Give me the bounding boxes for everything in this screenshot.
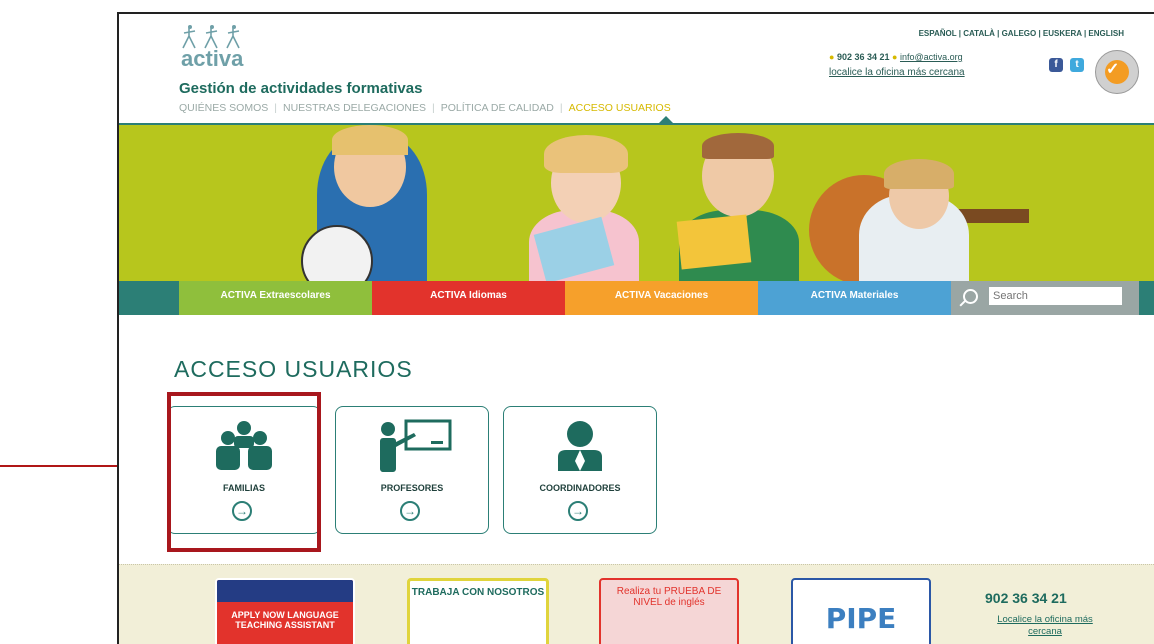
search-input[interactable] <box>989 287 1122 305</box>
footer-locate-link[interactable]: Localice la oficina más cercana <box>985 614 1105 638</box>
site-tagline: Gestión de actividades formativas <box>179 80 423 97</box>
uk-flag-icon <box>217 580 353 602</box>
browser-viewport: activa Gestión de actividades formativas… <box>117 12 1154 644</box>
nav-delegaciones[interactable]: NUESTRAS DELEGACIONES <box>283 102 426 114</box>
work-with-us-text: TRABAJA CON NOSOTROS <box>411 587 545 598</box>
search-icon[interactable] <box>963 289 978 304</box>
work-with-us-banner[interactable]: TRABAJA CON NOSOTROS <box>407 578 549 644</box>
facebook-icon[interactable]: f <box>1049 58 1063 72</box>
apply-now-text: APPLY NOW LANGUAGE TEACHING ASSISTANT <box>231 610 339 630</box>
coordinadores-label: COORDINADORES <box>539 483 621 493</box>
hero-child-hair <box>544 135 628 173</box>
top-navigation: QUIÉNES SOMOS | NUESTRAS DELEGACIONES | POLÍ… <box>179 102 671 114</box>
logo[interactable]: activa <box>179 24 259 72</box>
email-link[interactable]: info@activa.org <box>900 52 963 62</box>
nav-separator: | <box>431 102 435 114</box>
check-icon: ✓ <box>1106 61 1120 78</box>
page-title: ACCESO USUARIOS <box>174 356 413 382</box>
nav-quienes-somos[interactable]: QUIÉNES SOMOS <box>179 102 268 114</box>
annotation-arrow-line <box>0 465 120 467</box>
profesores-label: PROFESORES <box>380 483 444 493</box>
hero-child-hair <box>702 133 774 159</box>
category-materiales[interactable]: ACTIVA Materiales <box>758 281 951 315</box>
category-idiomas[interactable]: ACTIVA Idiomas <box>372 281 565 315</box>
level-test-banner[interactable]: Realiza tu PRUEBA DE NIVEL de inglés <box>599 578 739 644</box>
nav-separator: | <box>559 102 563 114</box>
hero-child-hair <box>884 159 954 189</box>
nav-politica-calidad[interactable]: POLÍTICA DE CALIDAD <box>441 102 554 114</box>
level-test-text: Realiza tu PRUEBA DE NIVEL de inglés <box>616 586 722 608</box>
coordinadores-card[interactable]: COORDINADORES → <box>503 406 657 534</box>
locate-office-link[interactable]: localice la oficina más cercana <box>829 67 965 78</box>
profesores-card[interactable]: PROFESORES → <box>335 406 489 534</box>
pipe-banner[interactable]: PIPE <box>791 578 931 644</box>
teacher-icon <box>380 419 452 472</box>
active-nav-caret <box>659 116 673 123</box>
language-selector[interactable]: ESPAÑOL | CATALÀ | GALEGO | EUSKERA | EN… <box>919 29 1124 38</box>
search-box <box>951 281 1139 315</box>
hero-banner <box>119 123 1154 283</box>
arrow-right-icon[interactable]: → <box>400 501 420 521</box>
social-links: ft <box>1049 54 1091 72</box>
phone-icon: ● <box>829 52 835 62</box>
twitter-icon[interactable]: t <box>1070 58 1084 72</box>
apply-now-banner[interactable]: APPLY NOW LANGUAGE TEACHING ASSISTANT <box>215 578 355 644</box>
quality-seal-icon: ✓ <box>1095 50 1139 94</box>
nav-separator: | <box>274 102 277 114</box>
category-vacaciones[interactable]: ACTIVA Vacaciones <box>565 281 758 315</box>
hero-child-hair <box>332 125 408 155</box>
category-extraescolares[interactable]: ACTIVA Extraescolares <box>179 281 372 315</box>
arrow-right-icon[interactable]: → <box>568 501 588 521</box>
book-icon <box>676 214 752 270</box>
contact-info: ● 902 36 34 21 ● info@activa.org <box>829 52 963 62</box>
category-bar: ACTIVA Extraescolares ACTIVA Idiomas ACT… <box>119 281 1154 315</box>
annotation-highlight-box <box>167 392 321 552</box>
header-phone: 902 36 34 21 <box>836 52 890 62</box>
nav-acceso-usuarios[interactable]: ACCESO USUARIOS <box>569 102 671 114</box>
footer-phone: 902 36 34 21 <box>985 590 1067 606</box>
logo-text: activa <box>181 46 244 71</box>
pipe-logo-text: PIPE <box>825 602 897 635</box>
coordinator-icon <box>558 421 602 471</box>
email-icon: ● <box>892 52 898 62</box>
